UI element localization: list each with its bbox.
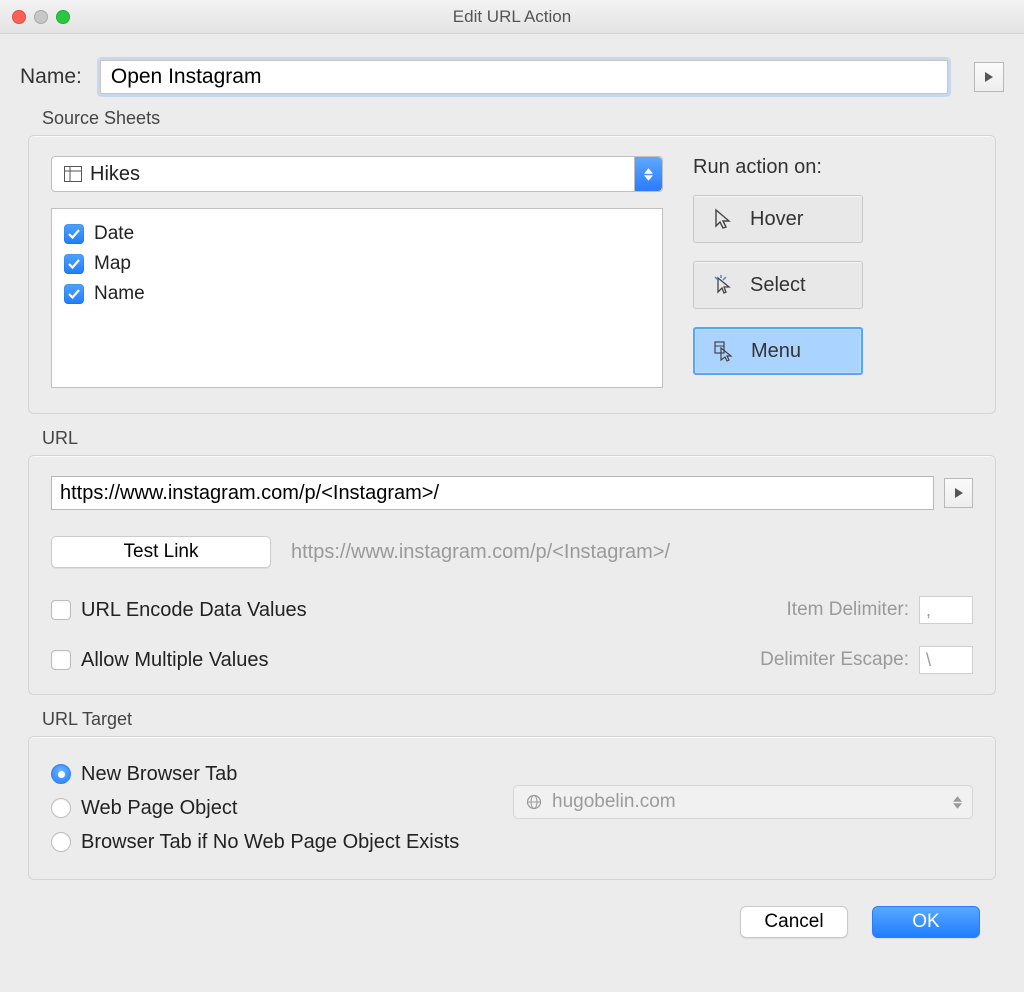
run-on-select-button[interactable]: Select (693, 261, 863, 309)
target-web-object-label: Web Page Object (81, 797, 237, 820)
url-preview-text: https://www.instagram.com/p/<Instagram>/ (291, 541, 670, 564)
sheet-icon (64, 166, 82, 182)
allow-multiple-values-label: Allow Multiple Values (81, 649, 269, 672)
url-input[interactable] (51, 476, 934, 510)
cursor-icon (712, 208, 734, 230)
source-sheet-select[interactable]: Hikes (51, 156, 663, 192)
field-label: Map (94, 253, 131, 275)
web-page-object-value: hugobelin.com (552, 791, 676, 813)
allow-multiple-values-checkbox[interactable]: Allow Multiple Values (51, 649, 269, 672)
name-label: Name: (20, 65, 82, 89)
url-target-panel: New Browser Tab Web Page Object Browser … (28, 736, 996, 880)
cursor-menu-icon (713, 340, 735, 362)
select-stepper-icon (953, 796, 962, 809)
run-on-menu-button[interactable]: Menu (693, 327, 863, 375)
web-page-object-select: hugobelin.com (513, 785, 973, 819)
checkbox-checked-icon[interactable] (64, 254, 84, 274)
url-insert-menu-button[interactable] (944, 478, 973, 508)
item-delimiter-input (919, 596, 973, 624)
checkbox-checked-icon[interactable] (64, 224, 84, 244)
source-sheets-label: Source Sheets (42, 108, 1004, 129)
run-action-on-label: Run action on: (693, 156, 973, 179)
field-item[interactable]: Date (64, 219, 650, 249)
field-item[interactable]: Map (64, 249, 650, 279)
delimiter-escape-label: Delimiter Escape: (760, 649, 909, 671)
target-fallback-label: Browser Tab if No Web Page Object Exists (81, 831, 459, 854)
test-link-button[interactable]: Test Link (51, 536, 271, 568)
window-titlebar: Edit URL Action (0, 0, 1024, 34)
checkbox-checked-icon[interactable] (64, 284, 84, 304)
ok-button[interactable]: OK (872, 906, 980, 938)
triangle-right-icon (984, 71, 994, 83)
radio-unchecked-icon (51, 832, 71, 852)
url-panel: Test Link https://www.instagram.com/p/<I… (28, 455, 996, 695)
field-item[interactable]: Name (64, 279, 650, 309)
item-delimiter-label: Item Delimiter: (787, 599, 909, 621)
run-on-hover-button[interactable]: Hover (693, 195, 863, 243)
target-new-tab-radio[interactable]: New Browser Tab (51, 757, 483, 791)
source-fields-list: Date Map Name (51, 208, 663, 388)
checkbox-unchecked-icon (51, 650, 71, 670)
run-on-select-label: Select (750, 274, 806, 297)
target-new-tab-label: New Browser Tab (81, 763, 237, 786)
cursor-sparkle-icon (712, 274, 734, 296)
run-on-menu-label: Menu (751, 340, 801, 363)
target-web-object-radio[interactable]: Web Page Object (51, 791, 483, 825)
delimiter-escape-input (919, 646, 973, 674)
globe-icon (526, 794, 542, 810)
action-name-input[interactable] (100, 60, 948, 94)
window-title: Edit URL Action (0, 7, 1024, 27)
checkbox-unchecked-icon (51, 600, 71, 620)
source-sheet-value: Hikes (90, 163, 140, 186)
source-sheets-panel: Hikes Date (28, 135, 996, 414)
select-stepper-icon (634, 157, 662, 191)
url-encode-checkbox[interactable]: URL Encode Data Values (51, 599, 307, 622)
field-label: Name (94, 283, 145, 305)
radio-checked-icon (51, 764, 71, 784)
run-on-hover-label: Hover (750, 208, 803, 231)
cancel-button[interactable]: Cancel (740, 906, 848, 938)
test-link-label: Test Link (124, 541, 199, 562)
cancel-button-label: Cancel (764, 911, 823, 932)
name-insert-menu-button[interactable] (974, 62, 1004, 92)
field-label: Date (94, 223, 134, 245)
url-encode-label: URL Encode Data Values (81, 599, 307, 622)
ok-button-label: OK (912, 911, 939, 932)
url-target-label: URL Target (42, 709, 1004, 730)
url-section-label: URL (42, 428, 1004, 449)
triangle-right-icon (954, 487, 964, 499)
radio-unchecked-icon (51, 798, 71, 818)
target-fallback-radio[interactable]: Browser Tab if No Web Page Object Exists (51, 825, 483, 859)
